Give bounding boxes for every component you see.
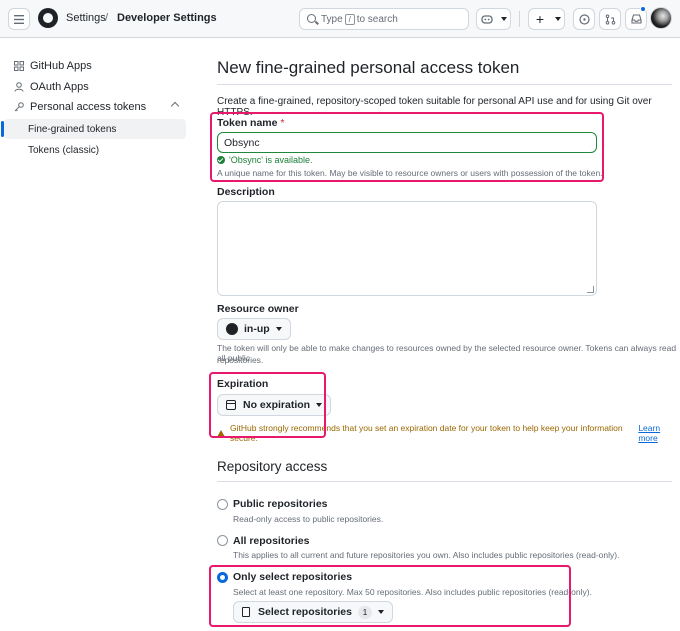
name-available-message: 'Obsync' is available.	[217, 155, 312, 165]
chevron-down-icon	[316, 403, 323, 407]
sidebar-item-tokens-classic[interactable]: Tokens (classic)	[4, 140, 186, 160]
search-icon	[307, 14, 316, 23]
select-repositories-button[interactable]: Select repositories 1	[233, 601, 393, 623]
top-header: Settings / Developer Settings Type / to se…	[0, 0, 680, 38]
sidebar-item-label: OAuth Apps	[30, 81, 89, 93]
breadcrumb-developer-settings[interactable]: Developer Settings	[117, 12, 217, 24]
owner-avatar	[226, 323, 238, 335]
alert-icon	[217, 429, 225, 437]
token-name-hint: A unique name for this token. May be vis…	[217, 168, 603, 178]
search-placeholder: Type / to search	[321, 14, 398, 26]
sidebar-item-label: Tokens (classic)	[28, 144, 100, 156]
sidebar-item-fine-grained-tokens[interactable]: Fine-grained tokens	[1, 119, 186, 139]
sidebar-item-oauth-apps[interactable]: OAuth Apps	[4, 77, 186, 97]
title-divider	[217, 84, 672, 85]
option-desc-all: This applies to all current and future r…	[233, 550, 620, 560]
person-icon	[14, 82, 24, 92]
sidebar-item-label: Personal access tokens	[30, 101, 147, 113]
expiration-dropdown[interactable]: No expiration	[217, 394, 332, 416]
page-intro: Create a fine-grained, repository-scoped…	[217, 96, 652, 118]
resource-owner-dropdown[interactable]: in-up	[217, 318, 291, 340]
token-name-label: Token name *	[217, 117, 285, 129]
search-shortcut-key: /	[344, 14, 355, 25]
menu-icon[interactable]	[8, 8, 30, 30]
option-label-all[interactable]: All repositories	[233, 535, 309, 547]
chevron-down-icon	[500, 17, 507, 21]
option-desc-public: Read-only access to public repositories.	[233, 514, 384, 524]
github-logo-icon[interactable]	[38, 8, 58, 28]
calendar-icon	[226, 400, 236, 410]
search-input[interactable]: Type / to search	[299, 8, 469, 30]
page-title: New fine-grained personal access token	[217, 58, 520, 77]
token-name-input[interactable]: Obsync	[217, 132, 597, 153]
sidebar-item-personal-access-tokens[interactable]: Personal access tokens	[4, 97, 186, 117]
required-mark: *	[280, 117, 285, 129]
resource-owner-label: Resource owner	[217, 303, 299, 315]
radio-public-repositories[interactable]	[217, 499, 228, 510]
issues-icon[interactable]	[573, 8, 595, 30]
sidebar-item-label: Fine-grained tokens	[28, 123, 117, 135]
chevron-down-icon	[554, 17, 561, 21]
copilot-icon[interactable]	[476, 8, 498, 30]
learn-more-link[interactable]: Learn more	[638, 423, 680, 443]
chevron-up-icon	[170, 101, 180, 111]
copilot-dropdown-button[interactable]	[497, 8, 511, 30]
breadcrumb-separator: /	[105, 12, 109, 24]
sidebar-item-label: GitHub Apps	[30, 60, 92, 72]
breadcrumb-settings[interactable]: Settings	[66, 12, 106, 24]
description-label: Description	[217, 186, 275, 198]
repository-access-title: Repository access	[217, 459, 328, 474]
radio-all-repositories[interactable]	[217, 535, 228, 546]
expiration-label: Expiration	[217, 378, 269, 390]
check-circle-icon	[217, 156, 225, 164]
resource-owner-hint-line1: The token will only be able to make chan…	[217, 343, 677, 363]
chevron-down-icon	[275, 327, 282, 331]
resource-owner-hint-line2: repositories.	[217, 355, 264, 365]
apps-icon	[14, 61, 24, 71]
header-divider	[519, 11, 520, 27]
option-desc-select: Select at least one repository. Max 50 r…	[233, 587, 592, 597]
selected-count-badge: 1	[357, 605, 372, 619]
section-divider	[217, 481, 672, 482]
radio-only-select-repositories[interactable]	[217, 572, 228, 583]
description-textarea[interactable]	[217, 201, 597, 296]
user-avatar[interactable]	[650, 7, 672, 29]
notification-dot	[640, 6, 646, 12]
pull-requests-icon[interactable]	[599, 8, 621, 30]
repo-icon	[242, 607, 250, 617]
create-dropdown-button[interactable]	[551, 8, 565, 30]
expiration-warning: GitHub strongly recommends that you set …	[217, 423, 680, 443]
chevron-down-icon	[377, 610, 384, 614]
sidebar-item-github-apps[interactable]: GitHub Apps	[4, 56, 186, 76]
plus-icon[interactable]: +	[528, 8, 552, 30]
option-label-public[interactable]: Public repositories	[233, 498, 328, 510]
key-icon	[14, 102, 24, 112]
option-label-select[interactable]: Only select repositories	[233, 571, 352, 583]
